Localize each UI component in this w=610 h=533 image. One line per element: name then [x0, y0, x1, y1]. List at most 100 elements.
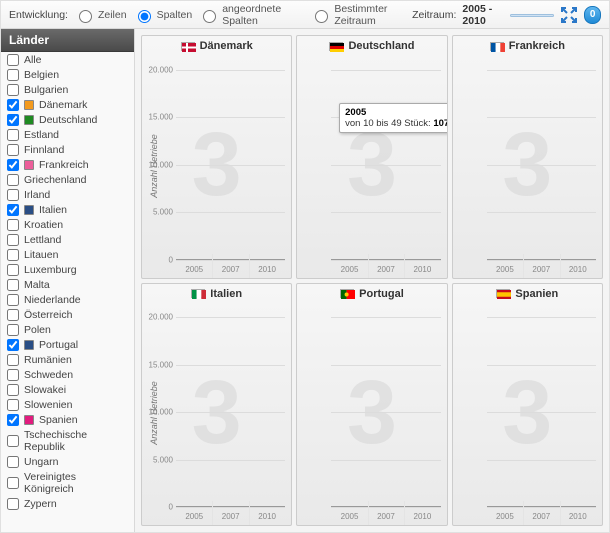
plot-area[interactable]: 3200520072010 — [453, 302, 602, 526]
sidebar-item-polen[interactable]: Polen — [1, 322, 134, 337]
x-tick: 2007 — [212, 265, 248, 274]
sidebar-item-ungarn[interactable]: Ungarn — [1, 454, 134, 469]
notification-bubble[interactable]: 0 — [584, 6, 601, 24]
bars-container: 200520072010 — [331, 60, 440, 260]
sidebar-item-lettland[interactable]: Lettland — [1, 232, 134, 247]
country-checkbox[interactable] — [7, 414, 19, 426]
sidebar-item-spanien[interactable]: Spanien — [1, 412, 134, 427]
country-checkbox[interactable] — [7, 294, 19, 306]
country-checkbox[interactable] — [7, 435, 19, 447]
sidebar-item-slowenien[interactable]: Slowenien — [1, 397, 134, 412]
y-tick: 0 — [169, 255, 176, 264]
sidebar-item-malta[interactable]: Malta — [1, 277, 134, 292]
country-checkbox[interactable] — [7, 159, 19, 171]
country-checkbox[interactable] — [7, 399, 19, 411]
country-checkbox[interactable] — [7, 384, 19, 396]
sidebar-item-estland[interactable]: Estland — [1, 127, 134, 142]
country-checkbox[interactable] — [7, 69, 19, 81]
chart-panel-daenemark: Dänemark3Anzahl Betriebe05.00010.00015.0… — [141, 35, 292, 279]
country-label: Lettland — [24, 234, 61, 246]
country-checkbox[interactable] — [7, 264, 19, 276]
sidebar-item-bulgarien[interactable]: Bulgarien — [1, 82, 134, 97]
country-checkbox[interactable] — [7, 174, 19, 186]
radio-angeordnete[interactable]: angeordnete Spalten — [198, 3, 288, 27]
country-label: Kroatien — [24, 219, 63, 231]
country-checkbox[interactable] — [7, 99, 19, 111]
plot-area[interactable]: 3200520072010 — [453, 54, 602, 278]
y-tick: 15.000 — [149, 113, 176, 122]
country-checkbox[interactable] — [7, 477, 19, 489]
range-slider[interactable] — [510, 10, 554, 20]
country-checkbox[interactable] — [7, 204, 19, 216]
sidebar-item-zypern[interactable]: Zypern — [1, 496, 134, 511]
radio-spalten[interactable]: Spalten — [133, 7, 193, 23]
plot-area[interactable]: 3200520072010 — [297, 302, 446, 526]
expand-icon[interactable] — [560, 6, 578, 24]
country-checkbox[interactable] — [7, 498, 19, 510]
sidebar-item-rumänien[interactable]: Rumänien — [1, 352, 134, 367]
radio-zeitraum[interactable]: Bestimmter Zeitraum — [310, 3, 400, 27]
country-checkbox[interactable] — [7, 129, 19, 141]
country-checkbox[interactable] — [7, 354, 19, 366]
country-checkbox[interactable] — [7, 189, 19, 201]
sidebar-item-deutschland[interactable]: Deutschland — [1, 112, 134, 127]
sidebar-item-belgien[interactable]: Belgien — [1, 67, 134, 82]
flag-icon — [329, 42, 343, 51]
chart-panel-frankreich: Frankreich3200520072010 — [452, 35, 603, 279]
color-swatch — [24, 205, 34, 215]
radio-zeilen[interactable]: Zeilen — [74, 7, 127, 23]
sidebar-item-irland[interactable]: Irland — [1, 187, 134, 202]
axis-area: 200520072010 — [331, 308, 440, 508]
country-checkbox[interactable] — [7, 249, 19, 261]
x-tick: 2007 — [523, 265, 559, 274]
sidebar-item-slowakei[interactable]: Slowakei — [1, 382, 134, 397]
sidebar-item-österreich[interactable]: Österreich — [1, 307, 134, 322]
sidebar-item-griechenland[interactable]: Griechenland — [1, 172, 134, 187]
country-checkbox[interactable] — [7, 234, 19, 246]
plot-area[interactable]: 3Anzahl Betriebe05.00010.00015.00020.000… — [142, 302, 291, 526]
sidebar-item-alle[interactable]: Alle — [1, 52, 134, 67]
bars-container: 200520072010 — [487, 308, 596, 508]
sidebar-item-niederlande[interactable]: Niederlande — [1, 292, 134, 307]
x-tick: 2010 — [249, 265, 285, 274]
sidebar-item-italien[interactable]: Italien — [1, 202, 134, 217]
x-tick: 2005 — [176, 265, 212, 274]
sidebar-item-kroatien[interactable]: Kroatien — [1, 217, 134, 232]
sidebar-item-litauen[interactable]: Litauen — [1, 247, 134, 262]
country-checkbox[interactable] — [7, 339, 19, 351]
chart-title: Spanien — [453, 284, 602, 302]
sidebar-item-dänemark[interactable]: Dänemark — [1, 97, 134, 112]
country-checkbox[interactable] — [7, 369, 19, 381]
country-checkbox[interactable] — [7, 279, 19, 291]
color-swatch — [24, 115, 34, 125]
x-tick: 2007 — [212, 512, 248, 521]
sidebar-item-frankreich[interactable]: Frankreich — [1, 157, 134, 172]
sidebar-item-finnland[interactable]: Finnland — [1, 142, 134, 157]
sidebar-item-tschechische-republik[interactable]: Tschechische Republik — [1, 427, 134, 454]
country-checkbox[interactable] — [7, 219, 19, 231]
country-checkbox[interactable] — [7, 114, 19, 126]
x-tick: 2007 — [523, 512, 559, 521]
x-tick: 2005 — [487, 265, 523, 274]
flag-icon — [191, 289, 205, 298]
sidebar-item-schweden[interactable]: Schweden — [1, 367, 134, 382]
range-label: Zeitraum: — [412, 9, 456, 21]
country-checkbox[interactable] — [7, 309, 19, 321]
flag-icon — [181, 42, 195, 51]
flag-icon — [490, 42, 504, 51]
country-checkbox[interactable] — [7, 456, 19, 468]
country-checkbox[interactable] — [7, 144, 19, 156]
country-checkbox[interactable] — [7, 54, 19, 66]
plot-area[interactable]: 32005200720102005von 10 bis 49 Stück: 10… — [297, 54, 446, 278]
sidebar-item-luxemburg[interactable]: Luxemburg — [1, 262, 134, 277]
sidebar-item-vereinigtes-königreich[interactable]: Vereinigtes Königreich — [1, 469, 134, 496]
sidebar-item-portugal[interactable]: Portugal — [1, 337, 134, 352]
y-tick: 10.000 — [149, 408, 176, 417]
country-label: Griechenland — [24, 174, 86, 186]
chart-title: Frankreich — [453, 36, 602, 54]
country-checkbox[interactable] — [7, 324, 19, 336]
x-tick: 2005 — [331, 265, 367, 274]
country-checkbox[interactable] — [7, 84, 19, 96]
plot-area[interactable]: 3Anzahl Betriebe05.00010.00015.00020.000… — [142, 54, 291, 278]
toolbar: Entwicklung: Zeilen Spalten angeordnete … — [1, 1, 609, 29]
